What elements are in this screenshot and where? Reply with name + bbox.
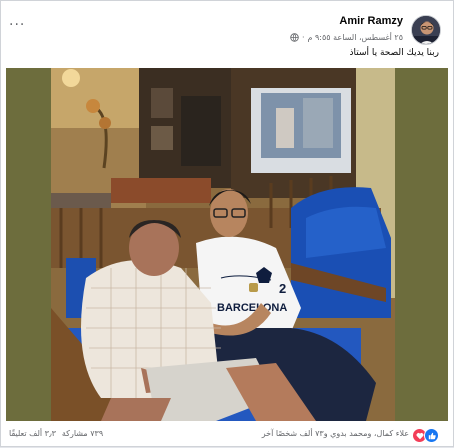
reactions-summary[interactable]: علاء كمال، ومحمد بدوي و٧٣ ألف شخصًا آخر: [262, 429, 409, 438]
jersey-text: BARCELONA: [217, 302, 287, 314]
author-avatar[interactable]: [411, 15, 441, 45]
more-options-button[interactable]: ···: [9, 18, 31, 32]
shares-count[interactable]: ٧٣٩ مشاركة: [62, 429, 103, 438]
post-timestamp[interactable]: ٢٥ أغسطس، الساعة ٩:٥٥ م: [308, 33, 404, 42]
engagement-counts: ٧٣٩ مشاركة ٣٫٣ ألف تعليقًا: [9, 429, 103, 438]
globe-icon: [290, 32, 299, 42]
post-meta: ٢٥ أغسطس، الساعة ٩:٥٥ م ·: [290, 31, 403, 43]
post-caption: ربنا يديك الصحة يا أستاذ: [349, 48, 439, 58]
like-icon: [424, 428, 439, 443]
author-name[interactable]: Amir Ramzy: [339, 15, 403, 27]
post-footer: ٧٣٩ مشاركة ٣٫٣ ألف تعليقًا علاء كمال، وم…: [1, 421, 454, 448]
meta-separator: ·: [301, 32, 305, 42]
svg-text:2: 2: [279, 281, 286, 296]
photo-image: BARCELONA 2: [51, 68, 395, 421]
reaction-icons[interactable]: [412, 428, 439, 443]
post-photo[interactable]: BARCELONA 2: [6, 68, 448, 421]
comments-count[interactable]: ٣٫٣ ألف تعليقًا: [9, 429, 56, 438]
post-header: ··· Amir Ramzy ٢٥ أغسطس، الساعة ٩:٥٥ م ·: [1, 1, 454, 67]
facebook-post: ··· Amir Ramzy ٢٥ أغسطس، الساعة ٩:٥٥ م ·: [0, 0, 454, 447]
